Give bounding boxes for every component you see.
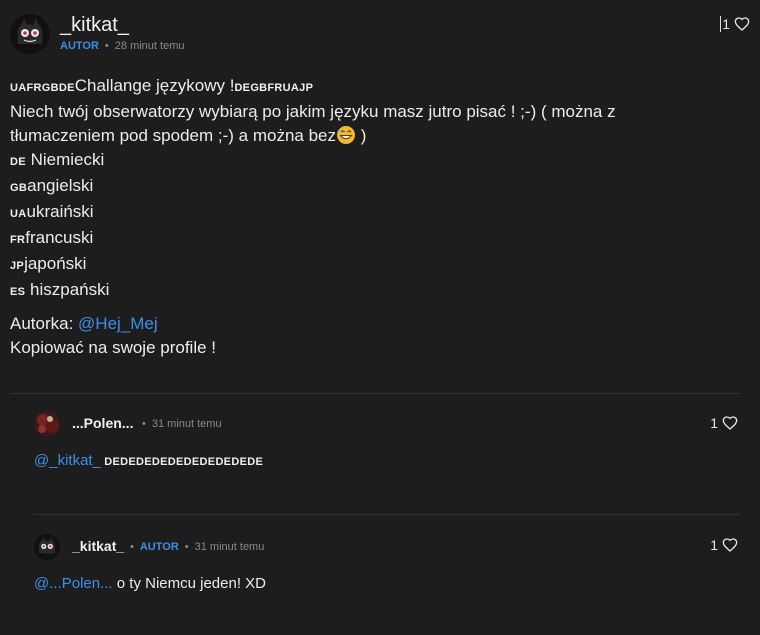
language-item: JPjapoński [10,254,87,273]
grinning-emoji-icon [337,126,355,144]
avatar-cat-icon [10,14,50,54]
post-header: _kitkat_ AUTOR • 28 minut temu 1 [10,12,750,60]
like-count: 1 [710,415,718,431]
avatar-cat-icon [34,534,60,560]
heart-icon[interactable] [722,537,738,553]
meta-separator: • [104,40,109,52]
divider [34,514,740,515]
post-timestamp: 28 minut temu [114,40,185,52]
like-button[interactable]: 1 [710,537,738,553]
language-item: UAukraiński [10,202,94,221]
heart-icon[interactable] [734,16,750,32]
like-count: 1 [720,16,730,32]
like-button[interactable]: 1 [720,16,750,32]
reply-timestamp: 31 minut temu [194,541,265,553]
post-username[interactable]: _kitkat_ [60,14,129,37]
like-count: 1 [710,537,718,553]
language-item: DE Niemiecki [10,150,105,169]
divider [10,393,740,394]
comment-thread: _kitkat_ AUTOR • 28 minut temu 1 UAFRGBD… [0,0,760,635]
avatar[interactable] [34,534,60,560]
mention-link[interactable]: @...Polen... [34,575,113,592]
reply-username[interactable]: ...Polen... [72,415,133,431]
language-item: FRfrancuski [10,228,94,247]
language-item: GBangielski [10,176,94,195]
post-meta: AUTOR • 28 minut temu [60,40,184,52]
avatar[interactable] [10,14,50,54]
post-body: UAFRGBDEChallange językowy !DEGBFRUAJP N… [10,74,750,360]
closing-line: Kopiować na swoje profile ! [10,338,217,357]
author-line: Autorka: @Hej_Mej [10,314,158,333]
post-title-line: UAFRGBDEChallange językowy !DEGBFRUAJP [10,74,750,100]
post-title: Challange językowy ! [74,76,235,95]
avatar[interactable] [34,411,60,437]
flag-codes: DEGBFRUAJP [234,82,314,94]
reply-text: @_kitkat_ DEDEDEDEDEDEDEDEDEDE [34,452,264,469]
flag-codes: UAFRGBDE [10,82,75,94]
author-badge: AUTOR [60,40,99,52]
author-mention-link[interactable]: @Hej_Mej [78,314,158,333]
reply-text: @...Polen... o ty Niemcu jeden! XD [34,575,267,592]
heart-icon[interactable] [722,415,738,431]
post-text-line: tłumaczeniem pod spodem ;-) a można bez … [10,126,367,145]
language-item: ES hiszpański [10,280,110,299]
author-badge: AUTOR [139,541,179,553]
post-text-line: Niech twój obserwatorzy wybiarą po jakim… [10,102,616,121]
reply-meta: • 31 minut temu [142,418,222,430]
reply-timestamp: 31 minut temu [151,418,222,430]
avatar-polen-icon [34,411,60,437]
reply-meta: • AUTOR • 31 minut temu [130,541,265,553]
mention-link[interactable]: @_kitkat_ [34,452,101,469]
reply-username[interactable]: _kitkat_ [72,538,124,554]
like-button[interactable]: 1 [710,415,738,431]
